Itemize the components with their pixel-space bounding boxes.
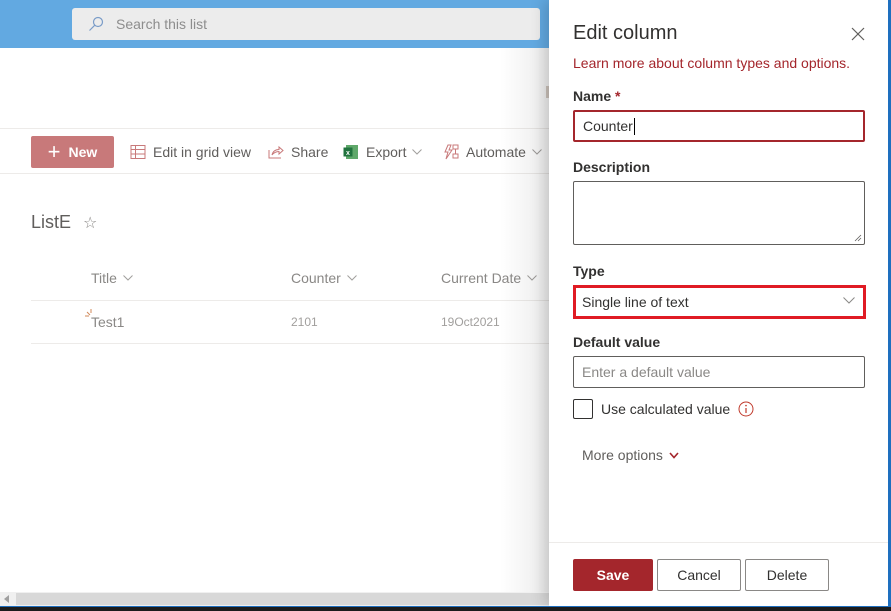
edit-column-panel: Edit column Learn more about column type… (549, 0, 888, 606)
column-header-label: Counter (291, 270, 341, 286)
chevron-down-icon (532, 149, 542, 155)
chevron-down-icon (843, 297, 855, 304)
horizontal-scrollbar[interactable] (0, 592, 549, 606)
name-label: Name * (573, 88, 620, 104)
column-header-title[interactable]: Title (91, 270, 133, 286)
use-calculated-value-checkbox[interactable] (573, 399, 593, 419)
export-button[interactable]: x Export (343, 136, 429, 168)
grid-icon (130, 145, 146, 159)
chevron-down-icon (123, 275, 133, 281)
use-calculated-value-label: Use calculated value (601, 401, 731, 417)
footer-divider (549, 542, 888, 543)
more-options-label: More options (582, 447, 663, 463)
name-label-text: Name (573, 88, 612, 104)
share-icon (268, 145, 284, 159)
command-bar: + New Edit in grid view Share x Export A… (0, 128, 560, 174)
delete-button[interactable]: Delete (745, 559, 829, 591)
table-row-title[interactable]: Test1 (91, 314, 124, 330)
new-button[interactable]: + New (31, 136, 114, 168)
edit-grid-view-button[interactable]: Edit in grid view (130, 136, 251, 168)
more-options-toggle[interactable]: More options (582, 447, 679, 463)
close-icon[interactable] (850, 26, 866, 42)
favorite-star-icon[interactable]: ☆ (83, 213, 97, 233)
row-divider (31, 300, 560, 301)
column-header-counter[interactable]: Counter (291, 270, 357, 286)
table-row-counter: 2101 (291, 315, 318, 329)
table-row-current-date: 19Oct2021 (441, 315, 500, 329)
automate-icon (444, 144, 459, 160)
default-value-input[interactable]: Enter a default value (573, 356, 865, 388)
column-header-label: Title (91, 270, 117, 286)
save-button[interactable]: Save (573, 559, 653, 591)
default-value-placeholder: Enter a default value (582, 364, 711, 380)
plus-icon: + (47, 139, 61, 164)
chevron-down-icon (669, 451, 679, 459)
chevron-down-icon (412, 149, 423, 155)
scroll-left-arrow-icon[interactable] (4, 595, 9, 603)
search-placeholder: Search this list (116, 16, 208, 32)
default-value-label: Default value (573, 334, 661, 350)
description-textarea[interactable] (573, 181, 865, 245)
automate-label: Automate (466, 144, 526, 160)
svg-text:x: x (346, 150, 350, 157)
search-box[interactable]: Search this list (72, 8, 540, 40)
type-dropdown-value: Single line of text (582, 294, 689, 310)
description-label: Description (573, 159, 651, 175)
required-asterisk: * (615, 88, 621, 104)
chevron-down-icon (527, 275, 538, 281)
text-caret (633, 117, 635, 135)
type-dropdown[interactable]: Single line of text (573, 285, 866, 319)
resize-grip-icon[interactable] (854, 234, 862, 242)
taskbar-edge (0, 606, 891, 611)
list-title: ListE ☆ (31, 212, 97, 233)
panel-title: Edit column (573, 22, 678, 44)
share-button[interactable]: Share (268, 136, 328, 168)
name-input-value: Counter (583, 118, 633, 134)
type-label: Type (573, 263, 605, 279)
cancel-button[interactable]: Cancel (657, 559, 741, 591)
share-label: Share (291, 144, 329, 160)
page: Search this list + New Edit in grid view… (0, 0, 891, 611)
edit-grid-view-label: Edit in grid view (153, 144, 252, 160)
row-divider (31, 343, 560, 344)
info-icon[interactable] (738, 401, 754, 417)
list-name: ListE (31, 212, 72, 232)
learn-more-link[interactable]: Learn more about column types and option… (573, 55, 850, 71)
name-input[interactable]: Counter (573, 110, 865, 142)
scrollbar-thumb[interactable] (16, 593, 549, 605)
new-label: New (68, 144, 98, 160)
search-icon (89, 16, 104, 31)
excel-icon: x (343, 145, 358, 159)
column-header-label: Current Date (441, 270, 522, 286)
automate-button[interactable]: Automate (443, 136, 549, 168)
use-calculated-value-row: Use calculated value (573, 399, 754, 419)
chevron-down-icon (346, 275, 357, 281)
column-header-current-date[interactable]: Current Date (441, 270, 538, 286)
export-label: Export (366, 144, 407, 160)
